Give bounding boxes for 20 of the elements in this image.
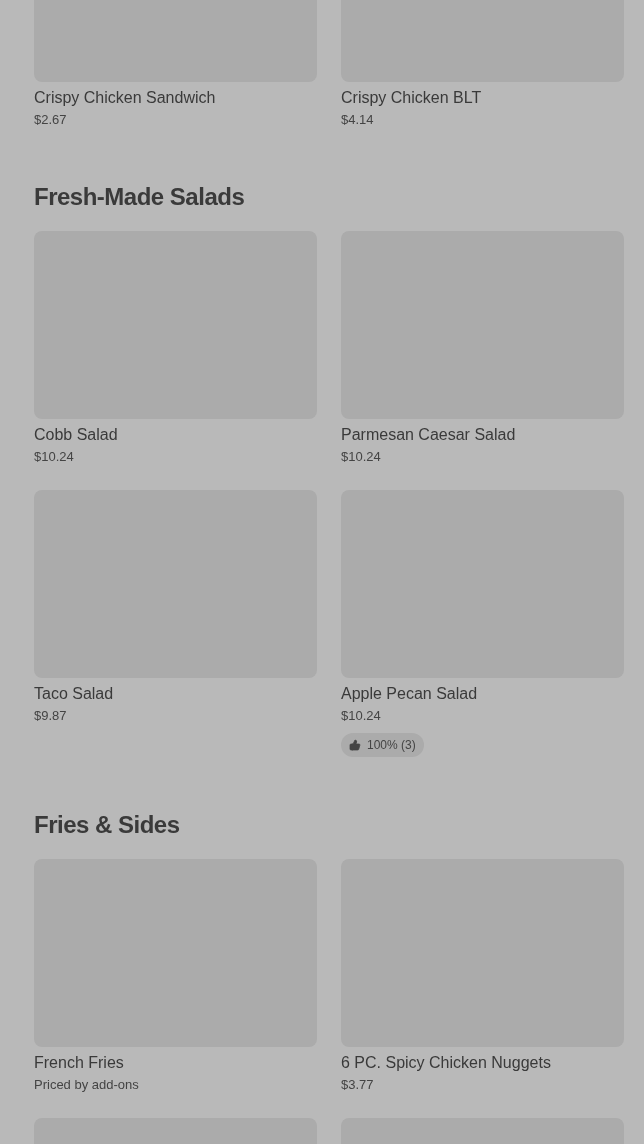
item-name[interactable]: Apple Pecan Salad: [341, 683, 624, 705]
item-name[interactable]: Taco Salad: [34, 683, 317, 705]
item-name[interactable]: French Fries: [34, 1052, 317, 1074]
item-price: Priced by add-ons: [34, 1076, 140, 1094]
item-price: $2.67: [34, 111, 68, 129]
item-name[interactable]: Crispy Chicken BLT: [341, 87, 624, 109]
item-price: $3.77: [341, 1076, 375, 1094]
section-heading: Fresh-Made Salads: [34, 182, 246, 211]
item-name[interactable]: Parmesan Caesar Salad: [341, 424, 624, 446]
item-name[interactable]: Cobb Salad: [34, 424, 317, 446]
item-price: $10.24: [341, 448, 382, 466]
section-heading: Fries & Sides: [34, 810, 181, 839]
item-price: $4.14: [341, 111, 375, 129]
item-name[interactable]: Crispy Chicken Sandwich: [34, 87, 317, 109]
item-price: $10.24: [341, 707, 382, 725]
item-price: $10.24: [34, 448, 75, 466]
thumbs-up-icon: [349, 739, 361, 751]
rating-text: 100% (3): [367, 737, 416, 754]
item-price: $9.87: [34, 707, 68, 725]
item-name[interactable]: 6 PC. Spicy Chicken Nuggets: [341, 1052, 624, 1074]
